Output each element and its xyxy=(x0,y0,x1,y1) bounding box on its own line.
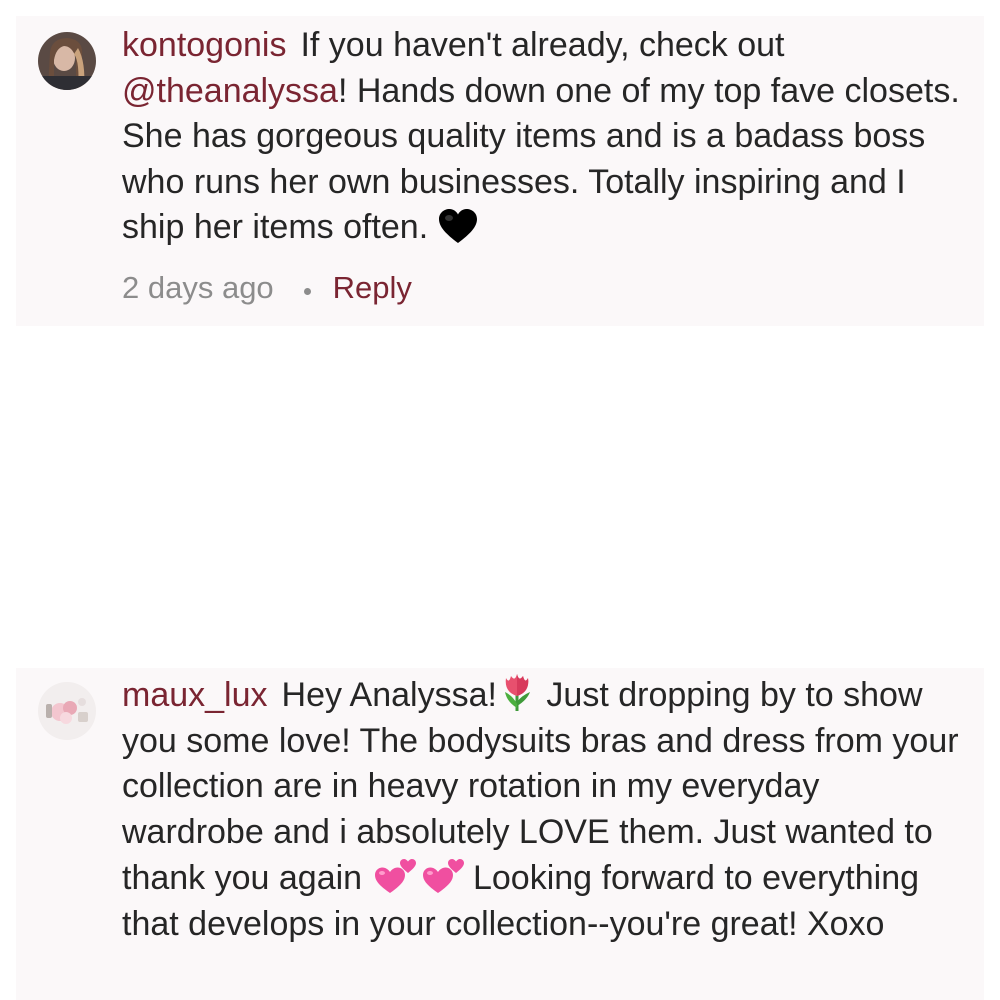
separator-dot xyxy=(303,287,311,295)
avatar-image xyxy=(38,682,96,740)
tulip-icon xyxy=(497,672,537,712)
black-heart-icon xyxy=(438,208,478,244)
comment-timestamp: 2 days ago xyxy=(122,270,274,305)
comment-body: maux_lux Hey Analyssa! Just dropping by t… xyxy=(122,672,967,947)
comment-card: kontogonis If you haven't already, check … xyxy=(16,16,984,326)
comment-meta: 2 days ago Reply xyxy=(122,265,412,311)
comment-body: kontogonis If you haven't already, check … xyxy=(122,23,967,251)
comment-text: If you haven't already, check out xyxy=(300,26,785,64)
two-hearts-icon xyxy=(372,855,464,895)
reply-button[interactable]: Reply xyxy=(333,265,412,311)
avatar[interactable] xyxy=(38,32,96,90)
comment-username[interactable]: maux_lux xyxy=(122,676,268,714)
avatar[interactable] xyxy=(38,682,96,740)
comment-username[interactable]: kontogonis xyxy=(122,26,286,64)
comment-text: Hey Analyssa! xyxy=(281,676,497,714)
comment-card: maux_lux Hey Analyssa! Just dropping by t… xyxy=(16,668,984,1000)
mention-link[interactable]: @theanalyssa xyxy=(122,72,338,110)
avatar-image xyxy=(38,32,96,90)
